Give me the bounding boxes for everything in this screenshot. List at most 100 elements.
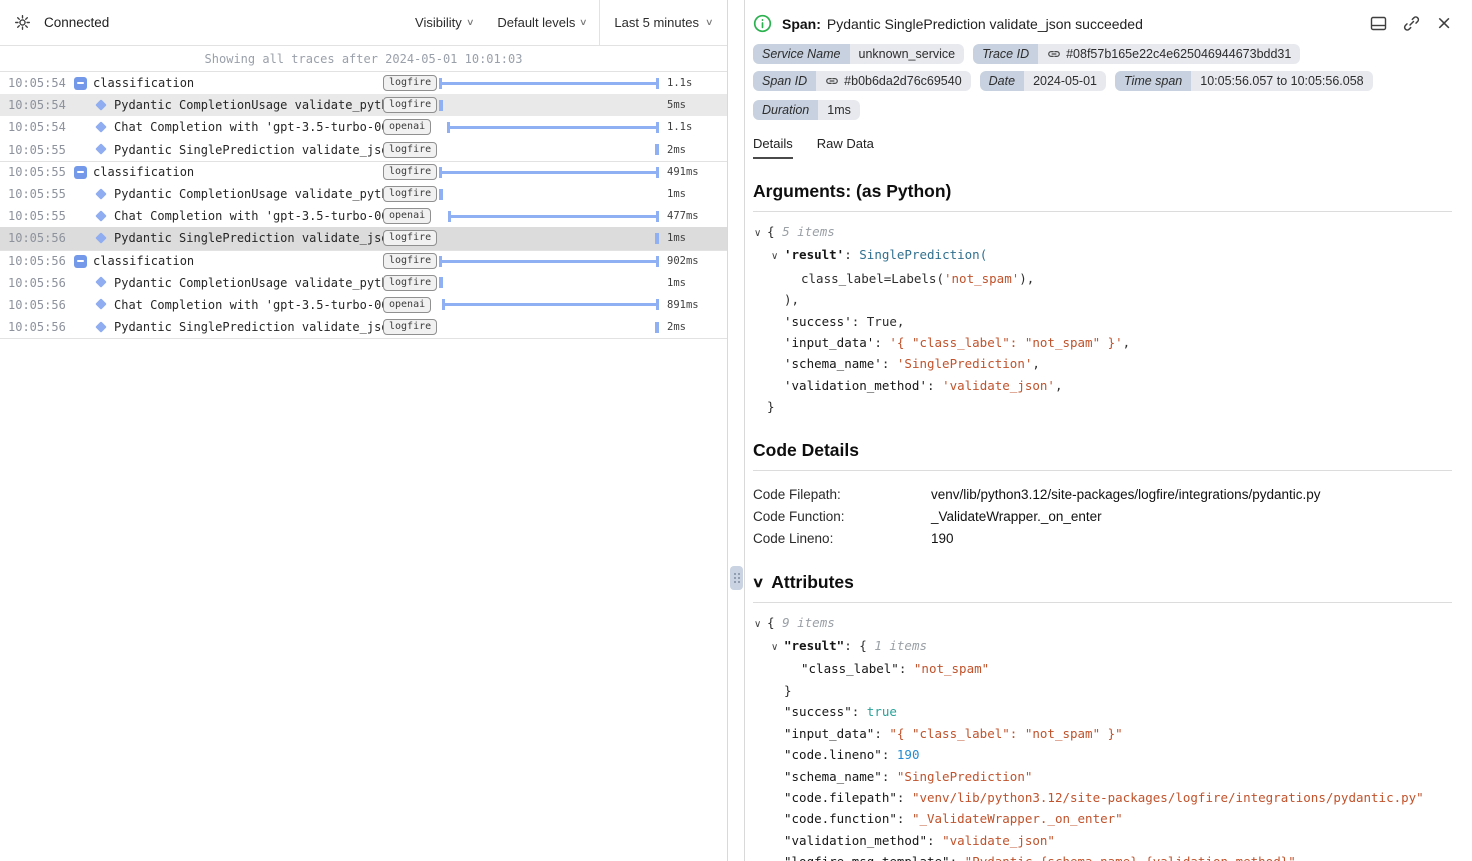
span-meta-badges: Service Nameunknown_serviceTrace ID#08f5… bbox=[753, 44, 1452, 120]
link-icon[interactable] bbox=[825, 74, 839, 88]
code-detail-value: venv/lib/python3.12/site-packages/logfir… bbox=[931, 484, 1452, 506]
tag-chip[interactable]: logfire bbox=[383, 319, 437, 335]
meta-badge[interactable]: Span ID#b0b6da2d76c69540 bbox=[753, 71, 971, 91]
trace-row[interactable]: 10:05:56classificationlogfire902ms bbox=[0, 250, 727, 272]
code-token-key: "code.filepath" bbox=[784, 790, 897, 805]
badge-value: unknown_service bbox=[850, 44, 965, 64]
tag-chip[interactable]: logfire bbox=[383, 275, 437, 291]
code-token-key: "schema_name" bbox=[784, 769, 882, 784]
badge-label: Trace ID bbox=[973, 44, 1038, 64]
tag-chip[interactable]: openai bbox=[383, 297, 431, 313]
trace-row[interactable]: 10:05:54 Pydantic CompletionUsage validat… bbox=[0, 94, 727, 116]
collapse-chevron-icon[interactable]: ∨ bbox=[754, 614, 767, 635]
trace-row[interactable]: 10:05:55Pydantic CompletionUsage validat… bbox=[0, 183, 727, 205]
span-diamond-icon bbox=[95, 143, 108, 156]
code-token-plain: { bbox=[767, 615, 782, 630]
trace-row[interactable]: 10:05:55classificationlogfire491ms bbox=[0, 161, 727, 183]
tag-chip[interactable]: logfire bbox=[383, 142, 437, 158]
trace-row[interactable]: 10:05:56Pydantic CompletionUsage validat… bbox=[0, 272, 727, 294]
meta-badge[interactable]: Trace ID#08f57b165e22c4e625046944673bdd3… bbox=[973, 44, 1300, 64]
trace-row[interactable]: 10:05:56Pydantic SinglePrediction valida… bbox=[0, 316, 727, 338]
code-token-string: "venv/lib/python3.12/site-packages/logfi… bbox=[912, 790, 1424, 805]
duration-bar-track bbox=[439, 205, 659, 227]
code-token-plain: : bbox=[882, 769, 897, 784]
code-token-key: "logfire.msg_template" bbox=[784, 854, 950, 861]
time-range-dropdown[interactable]: Last 5 minutes∨ bbox=[599, 0, 727, 45]
span-name: Pydantic CompletionUsage validate_python bbox=[114, 98, 383, 112]
code-token-plain: : True, bbox=[852, 314, 905, 329]
attributes-section-title: ∨ Attributes bbox=[753, 572, 1452, 593]
span-name: classification bbox=[93, 254, 383, 268]
visibility-dropdown[interactable]: Visibility∨ bbox=[403, 0, 485, 45]
trace-timestamp: 10:05:56 bbox=[8, 276, 66, 290]
collapse-chevron-icon[interactable]: ∨ bbox=[771, 246, 784, 267]
tag-chip[interactable]: openai bbox=[383, 119, 431, 135]
tab-raw-data[interactable]: Raw Data bbox=[817, 136, 874, 159]
app-window: Connected Visibility∨ Default levels∨ La… bbox=[0, 0, 1472, 861]
chevron-down-icon: ∨ bbox=[579, 17, 588, 28]
tab-details[interactable]: Details bbox=[753, 136, 793, 159]
code-token-plain: } bbox=[784, 683, 792, 698]
tag-chip[interactable]: logfire bbox=[383, 230, 437, 246]
code-token-key: 'validation_method' bbox=[784, 378, 927, 393]
code-token-string: "not_spam" bbox=[914, 661, 989, 676]
code-detail-row: Code Function:_ValidateWrapper._on_enter bbox=[753, 506, 1452, 528]
span-diamond-icon bbox=[95, 276, 108, 289]
trace-row[interactable]: 10:05:54Chat Completion with 'gpt-3.5-tu… bbox=[0, 116, 727, 138]
tag-chip[interactable]: logfire bbox=[383, 253, 437, 269]
duration-label: 5ms bbox=[667, 99, 713, 111]
collapse-chevron-icon[interactable]: ∨ bbox=[754, 223, 767, 244]
tag-chip[interactable]: logfire bbox=[383, 186, 437, 202]
gear-icon[interactable] bbox=[14, 14, 31, 31]
code-token-key: 'result' bbox=[784, 247, 844, 262]
code-token-plain: : bbox=[927, 833, 942, 848]
tag-chip[interactable]: logfire bbox=[383, 97, 437, 113]
collapse-trace-icon[interactable] bbox=[74, 255, 87, 268]
trace-timestamp: 10:05:56 bbox=[8, 320, 66, 334]
collapse-trace-icon[interactable] bbox=[74, 166, 87, 179]
dock-panel-icon[interactable] bbox=[1370, 15, 1387, 32]
info-icon bbox=[753, 14, 772, 33]
trace-row[interactable]: 10:05:54classificationlogfire1.1s bbox=[0, 72, 727, 94]
badge-value: 2024-05-01 bbox=[1024, 71, 1106, 91]
duration-bar-track bbox=[439, 272, 659, 294]
code-token-string: "Pydantic {schema_name} {validation_meth… bbox=[965, 854, 1296, 861]
duration-bar bbox=[448, 215, 659, 218]
collapse-trace-icon[interactable] bbox=[74, 77, 87, 90]
badge-label: Date bbox=[980, 71, 1024, 91]
code-detail-label: Code Lineno: bbox=[753, 528, 931, 550]
trace-explorer-panel: Connected Visibility∨ Default levels∨ La… bbox=[0, 0, 728, 861]
code-token-string: '{ "class_label": "not_spam" }' bbox=[889, 335, 1122, 350]
code-token-plain: : bbox=[897, 811, 912, 826]
collapse-chevron-icon[interactable]: ∨ bbox=[752, 574, 765, 591]
span-diamond-icon bbox=[95, 321, 108, 334]
duration-bar-track bbox=[439, 183, 659, 205]
span-name: Pydantic SinglePrediction validate_json bbox=[114, 143, 383, 157]
code-token-plain: : bbox=[927, 378, 942, 393]
trace-row[interactable]: 10:05:56Chat Completion with 'gpt-3.5-tu… bbox=[0, 294, 727, 316]
connection-status: Connected bbox=[44, 15, 109, 30]
trace-row[interactable]: 10:05:55Pydantic SinglePrediction valida… bbox=[0, 139, 727, 161]
trace-row[interactable]: 10:05:56Pydantic SinglePrediction valida… bbox=[0, 227, 727, 249]
trace-timestamp: 10:05:54 bbox=[8, 98, 66, 112]
duration-bar bbox=[655, 144, 659, 155]
code-token-meta: 9 items bbox=[782, 615, 835, 630]
duration-label: 1ms bbox=[667, 277, 713, 289]
tag-chip[interactable]: logfire bbox=[383, 75, 437, 91]
span-diamond-icon bbox=[95, 232, 108, 245]
divider-drag-handle[interactable] bbox=[730, 566, 743, 590]
explorer-toolbar: Connected Visibility∨ Default levels∨ La… bbox=[0, 0, 727, 46]
link-icon[interactable] bbox=[1403, 15, 1420, 32]
collapse-chevron-icon[interactable]: ∨ bbox=[771, 637, 784, 658]
code-token-string: 'validate_json' bbox=[942, 378, 1055, 393]
default-levels-dropdown[interactable]: Default levels∨ bbox=[485, 0, 599, 45]
tag-chip[interactable]: logfire bbox=[383, 164, 437, 180]
close-icon[interactable]: × bbox=[1436, 15, 1452, 32]
duration-label: 491ms bbox=[667, 166, 713, 178]
trace-row[interactable]: 10:05:55Chat Completion with 'gpt-3.5-tu… bbox=[0, 205, 727, 227]
duration-bar-track bbox=[439, 316, 659, 338]
code-token-plain: ), bbox=[1019, 271, 1034, 286]
code-token-string: "SinglePrediction" bbox=[897, 769, 1032, 784]
tag-chip[interactable]: openai bbox=[383, 208, 431, 224]
link-icon[interactable] bbox=[1047, 47, 1061, 61]
